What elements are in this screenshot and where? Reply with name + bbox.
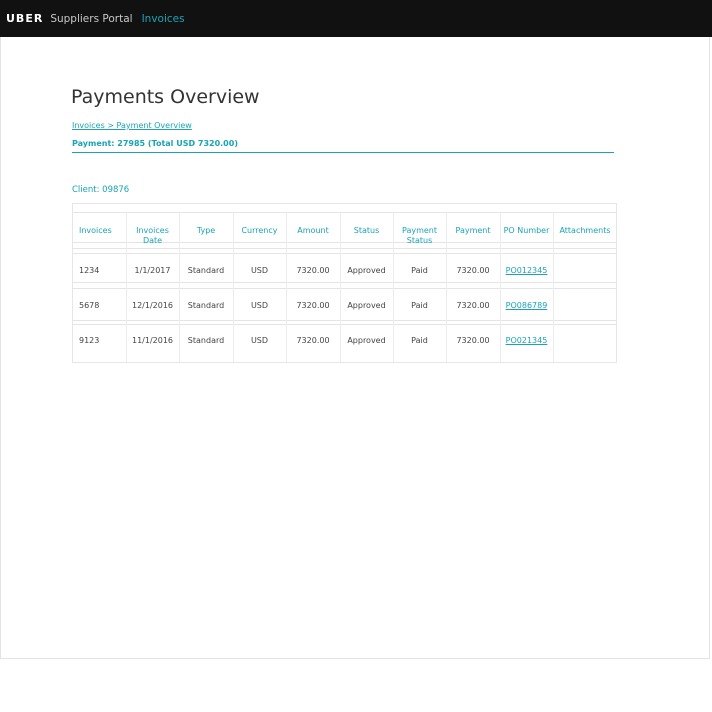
- invoice-currency: USD: [250, 336, 269, 345]
- client-label: Client: 09876: [72, 185, 130, 195]
- payment-summary: Payment: 27985 (Total USD 7320.00): [72, 139, 238, 148]
- invoice-status: Approved: [347, 266, 386, 275]
- page-title: Payments Overview: [71, 86, 260, 108]
- nav-invoices-link[interactable]: Invoices: [142, 13, 185, 25]
- table-rule: [73, 324, 616, 325]
- invoice-number: 9123: [79, 336, 100, 345]
- table-rule: [73, 212, 616, 213]
- invoice-status: Approved: [347, 336, 386, 345]
- header-currency: Currency: [241, 226, 278, 235]
- table-rule: [73, 253, 616, 254]
- invoice-currency: USD: [250, 301, 269, 310]
- breadcrumb[interactable]: Invoices > Payment Overview: [72, 121, 192, 130]
- payment-amount: 7320.00: [456, 266, 490, 275]
- invoice-date: 11/1/2016: [131, 336, 174, 345]
- invoice-type: Standard: [187, 336, 225, 345]
- payment-status: Paid: [411, 266, 428, 275]
- header-invoices-date: Invoices Date: [136, 226, 169, 245]
- table-rule: [73, 248, 616, 249]
- payment-amount: 7320.00: [456, 336, 490, 345]
- invoice-type: Standard: [187, 301, 225, 310]
- payment-status: Paid: [411, 336, 428, 345]
- header-amount: Amount: [297, 226, 329, 235]
- header-payment: Payment: [455, 226, 491, 235]
- invoice-currency: USD: [250, 266, 269, 275]
- header-invoices: Invoices: [79, 226, 112, 235]
- header-status: Status: [353, 226, 380, 235]
- invoice-date: 12/1/2016: [131, 301, 174, 310]
- invoice-amount: 7320.00: [296, 301, 330, 310]
- po-number-link[interactable]: PO012345: [500, 266, 553, 275]
- table-rule: [73, 282, 616, 283]
- header-po-number: PO Number: [503, 226, 550, 235]
- payment-status: Paid: [411, 301, 428, 310]
- invoice-amount: 7320.00: [296, 266, 330, 275]
- suppliers-portal-label[interactable]: Suppliers Portal: [50, 13, 132, 25]
- invoices-table: Invoices Invoices Date Type Currency Amount S…: [72, 203, 617, 363]
- header-payment-status: Payment Status: [401, 226, 438, 245]
- uber-logo[interactable]: UBER: [6, 12, 43, 25]
- divider: [72, 152, 614, 153]
- header-type: Type: [196, 226, 216, 235]
- invoice-number: 1234: [79, 266, 100, 275]
- table-rule: [73, 288, 616, 289]
- invoice-number: 5678: [79, 301, 100, 310]
- header-attachments: Attachments: [559, 226, 611, 235]
- table-rule: [73, 320, 616, 321]
- po-number-link[interactable]: PO086789: [500, 301, 553, 310]
- po-number-link[interactable]: PO021345: [500, 336, 553, 345]
- top-navigation-bar: UBER Suppliers Portal Invoices: [0, 0, 712, 37]
- payment-amount: 7320.00: [456, 301, 490, 310]
- invoice-amount: 7320.00: [296, 336, 330, 345]
- invoice-date: 1/1/2017: [134, 266, 171, 275]
- invoice-status: Approved: [347, 301, 386, 310]
- invoice-type: Standard: [187, 266, 225, 275]
